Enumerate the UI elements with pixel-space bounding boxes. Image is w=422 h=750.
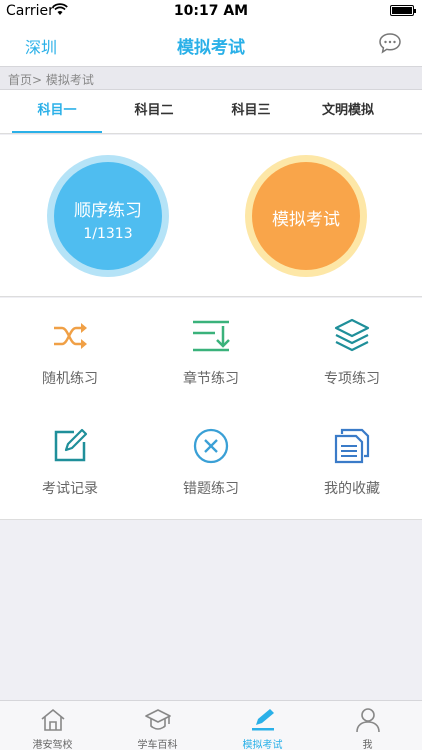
layers-icon: [334, 318, 370, 352]
favorites-document-icon: [334, 428, 370, 464]
random-practice-label: 随机练习: [42, 371, 98, 387]
chat-bubble-icon[interactable]: [378, 32, 402, 54]
graduation-cap-icon: [145, 709, 171, 730]
tabbar-label-encyclopedia: 学车百科: [137, 740, 178, 750]
chapter-practice-button[interactable]: 章节练习: [141, 298, 281, 408]
mock-exam-label: 模拟考试: [272, 210, 340, 230]
tabbar-item-me[interactable]: 我: [315, 701, 420, 750]
bottom-tab-bar: 港安驾校 学车百科 模拟考试 我: [0, 700, 422, 750]
pen-icon: [252, 709, 274, 731]
tab-civil-mock[interactable]: 文明模拟: [300, 90, 396, 134]
page-title: 模拟考试: [177, 38, 245, 58]
tab-subject-2[interactable]: 科目二: [108, 90, 200, 134]
active-tab-indicator: [12, 131, 102, 133]
tabbar-item-school[interactable]: 港安驾校: [0, 701, 105, 750]
exam-record-button[interactable]: 考试记录: [0, 408, 140, 518]
tabbar-label-school: 港安驾校: [32, 740, 73, 750]
tabbar-label-mock-exam: 模拟考试: [242, 740, 283, 750]
tabbar-label-me: 我: [362, 740, 373, 750]
practice-progress: 1/1313: [83, 226, 133, 242]
edit-record-icon: [54, 428, 88, 462]
user-icon: [356, 708, 380, 733]
subject-tabs: 科目一 科目二 科目三 文明模拟: [0, 90, 422, 134]
tab-subject-1[interactable]: 科目一: [12, 90, 102, 134]
chapter-practice-label: 章节练习: [183, 371, 239, 387]
wrong-answer-icon: [193, 428, 229, 464]
breadcrumb: 首页> 模拟考试: [0, 66, 422, 90]
random-practice-button[interactable]: 随机练习: [0, 298, 140, 408]
sequential-practice-button[interactable]: 顺序练习 1/1313: [47, 155, 169, 277]
battery-icon: [390, 5, 416, 16]
chapter-list-icon: [193, 320, 230, 352]
practice-grid: 随机练习 章节练习 专项练习 考试记录 错题练习 我的收藏: [0, 298, 422, 520]
nav-bar: 深圳 模拟考试: [0, 22, 422, 66]
special-practice-button[interactable]: 专项练习: [282, 298, 422, 408]
my-favorites-label: 我的收藏: [324, 481, 380, 497]
shuffle-icon: [54, 323, 87, 349]
exam-record-label: 考试记录: [42, 481, 98, 497]
my-favorites-button[interactable]: 我的收藏: [282, 408, 422, 518]
special-practice-label: 专项练习: [324, 371, 380, 387]
home-icon: [41, 708, 65, 731]
clock: 10:17 AM: [173, 3, 249, 19]
sequential-practice-label: 顺序练习: [74, 201, 142, 221]
wrong-answer-practice-button[interactable]: 错题练习: [141, 408, 281, 518]
status-bar: Carrier 10:17 AM: [0, 0, 422, 22]
wrong-answer-label: 错题练习: [183, 481, 239, 497]
hero-section: 顺序练习 1/1313 模拟考试: [0, 135, 422, 297]
tab-subject-3[interactable]: 科目三: [205, 90, 297, 134]
tabbar-item-encyclopedia[interactable]: 学车百科: [105, 701, 210, 750]
tabbar-item-mock-exam[interactable]: 模拟考试: [210, 701, 315, 750]
mock-exam-button[interactable]: 模拟考试: [245, 155, 367, 277]
